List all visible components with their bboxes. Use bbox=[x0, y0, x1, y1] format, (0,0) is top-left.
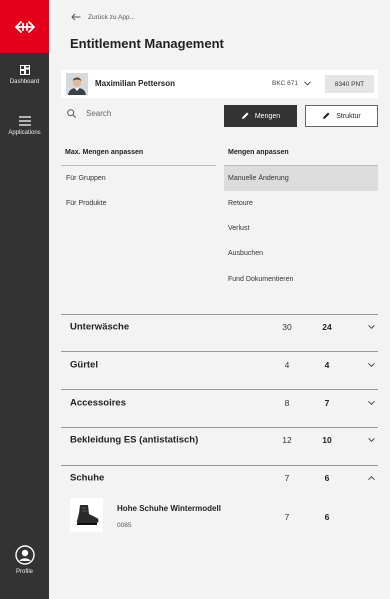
back-link[interactable]: Zurück zu App... bbox=[71, 13, 135, 21]
menu-item-fuer-gruppen[interactable]: Für Gruppen bbox=[61, 166, 216, 191]
brand-logo[interactable] bbox=[0, 0, 49, 53]
nav-applications[interactable]: Applications bbox=[0, 116, 49, 136]
product-max-quantity: 7 bbox=[284, 512, 290, 522]
arrow-left-icon bbox=[71, 13, 81, 21]
menu-item-verlust[interactable]: Verlust bbox=[224, 216, 378, 241]
category-row-guertel[interactable]: Gürtel 4 4 bbox=[61, 347, 378, 383]
user-photo-icon bbox=[66, 73, 88, 95]
nav-applications-label: Applications bbox=[8, 130, 41, 136]
menu-item-retoure[interactable]: Retoure bbox=[224, 191, 378, 216]
boot-icon bbox=[76, 505, 98, 525]
profile-icon bbox=[14, 545, 35, 565]
category-max-quantity: 4 bbox=[284, 360, 290, 370]
category-name: Accessoires bbox=[70, 397, 126, 409]
menu-item-manuelle-aenderung[interactable]: Manuelle Änderung bbox=[224, 166, 378, 191]
product-code: 0085 bbox=[117, 522, 132, 529]
chevron-down-icon bbox=[368, 400, 375, 406]
category-row-accessoires[interactable]: Accessoires 8 7 bbox=[61, 385, 378, 421]
pencil-icon bbox=[241, 112, 249, 119]
category-quantity: 4 bbox=[324, 360, 330, 370]
chevron-down-icon bbox=[368, 437, 375, 443]
chevron-down-icon bbox=[368, 362, 375, 368]
nav-profile[interactable]: Profile bbox=[0, 545, 49, 575]
product-quantity: 6 bbox=[324, 512, 330, 522]
sidebar: Dashboard Applications Profile bbox=[0, 0, 49, 599]
product-image bbox=[70, 498, 103, 532]
search-field[interactable]: Search bbox=[67, 109, 111, 118]
user-bar: Maximilian Petterson BKC 671 8340 PNT bbox=[61, 70, 378, 98]
dashboard-icon bbox=[19, 65, 30, 75]
category-quantity: 6 bbox=[324, 473, 330, 483]
category-row-schuhe[interactable]: Schuhe 7 6 bbox=[61, 460, 378, 496]
menu-item-fuer-produkte[interactable]: Für Produkte bbox=[61, 191, 216, 216]
category-name: Gürtel bbox=[70, 359, 98, 371]
menu-item-ausbuchen[interactable]: Ausbuchen bbox=[224, 241, 378, 266]
pencil-icon bbox=[323, 112, 330, 119]
product-row[interactable]: Hohe Schuhe Wintermodell 0085 7 6 bbox=[61, 496, 378, 538]
menu-item-fund-dokumentieren[interactable]: Fund Dokumentieren bbox=[224, 267, 378, 292]
avatar bbox=[66, 73, 88, 95]
account-label: BKC 671 bbox=[272, 80, 299, 87]
struktur-button-label: Struktur bbox=[336, 112, 361, 120]
points-badge: 8340 PNT bbox=[325, 75, 374, 93]
product-name: Hohe Schuhe Wintermodell bbox=[117, 504, 221, 513]
chevron-up-icon bbox=[368, 475, 375, 481]
menu-icon bbox=[18, 116, 31, 126]
category-max-quantity: 30 bbox=[282, 322, 292, 332]
category-max-quantity: 7 bbox=[284, 473, 290, 483]
mengen-heading: Mengen anpassen bbox=[228, 149, 289, 156]
user-name: Maximilian Petterson bbox=[95, 79, 176, 88]
account-selector[interactable]: BKC 671 bbox=[272, 80, 311, 87]
double-arrow-logo-icon bbox=[14, 20, 35, 33]
page-title: Entitlement Management bbox=[70, 36, 224, 51]
struktur-button[interactable]: Struktur bbox=[305, 105, 378, 127]
search-placeholder: Search bbox=[86, 109, 112, 118]
nav-dashboard[interactable]: Dashboard bbox=[0, 65, 49, 85]
category-quantity: 24 bbox=[322, 322, 332, 332]
search-icon bbox=[67, 109, 76, 118]
category-row-unterwaesche[interactable]: Unterwäsche 30 24 bbox=[61, 309, 378, 345]
category-name: Schuhe bbox=[70, 472, 105, 484]
category-name: Bekleidung ES (antistatisch) bbox=[70, 434, 199, 446]
category-name: Unterwäsche bbox=[70, 321, 130, 333]
category-max-quantity: 8 bbox=[284, 398, 290, 408]
mengen-button-label: Mengen bbox=[254, 112, 281, 120]
chevron-down-icon bbox=[304, 81, 311, 86]
nav-profile-label: Profile bbox=[15, 569, 33, 575]
mengen-button[interactable]: Mengen bbox=[224, 105, 297, 127]
category-max-quantity: 12 bbox=[282, 435, 292, 445]
main-content: Zurück zu App... Entitlement Management … bbox=[49, 0, 390, 599]
category-quantity: 10 bbox=[322, 435, 332, 445]
back-link-label: Zurück zu App... bbox=[88, 13, 135, 21]
nav-dashboard-label: Dashboard bbox=[9, 79, 40, 85]
category-quantity: 7 bbox=[324, 398, 330, 408]
max-mengen-heading: Max. Mengen anpassen bbox=[65, 149, 144, 156]
category-row-bekleidung-es[interactable]: Bekleidung ES (antistatisch) 12 10 bbox=[61, 422, 378, 458]
chevron-down-icon bbox=[368, 324, 375, 330]
